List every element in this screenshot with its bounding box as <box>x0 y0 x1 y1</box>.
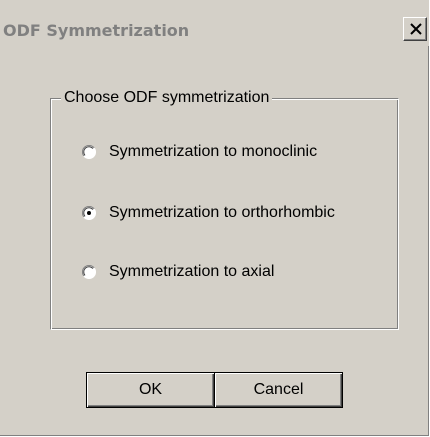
radio-label: Symmetrization to monoclinic <box>109 143 318 160</box>
radio-label: Symmetrization to axial <box>109 263 275 280</box>
radio-dot <box>87 211 91 215</box>
radio-monoclinic[interactable]: Symmetrization to monoclinic <box>82 142 317 162</box>
cancel-button[interactable]: Cancel <box>214 372 343 408</box>
groupbox-legend: Choose ODF symmetrization <box>61 88 273 108</box>
radio-button-icon[interactable] <box>82 145 96 159</box>
close-button[interactable] <box>403 17 427 41</box>
radio-button-icon[interactable] <box>82 206 96 220</box>
dialog-window: ODF Symmetrization Choose ODF symmetriza… <box>0 0 429 436</box>
title-bar[interactable]: ODF Symmetrization <box>0 0 429 46</box>
window-title: ODF Symmetrization <box>3 21 190 40</box>
close-icon <box>410 23 422 35</box>
ok-button[interactable]: OK <box>86 372 215 408</box>
radio-orthorhombic[interactable]: Symmetrization to orthorhombic <box>82 203 335 223</box>
radio-axial[interactable]: Symmetrization to axial <box>82 262 274 282</box>
radio-button-icon[interactable] <box>82 265 96 279</box>
radio-label: Symmetrization to orthorhombic <box>109 204 335 221</box>
